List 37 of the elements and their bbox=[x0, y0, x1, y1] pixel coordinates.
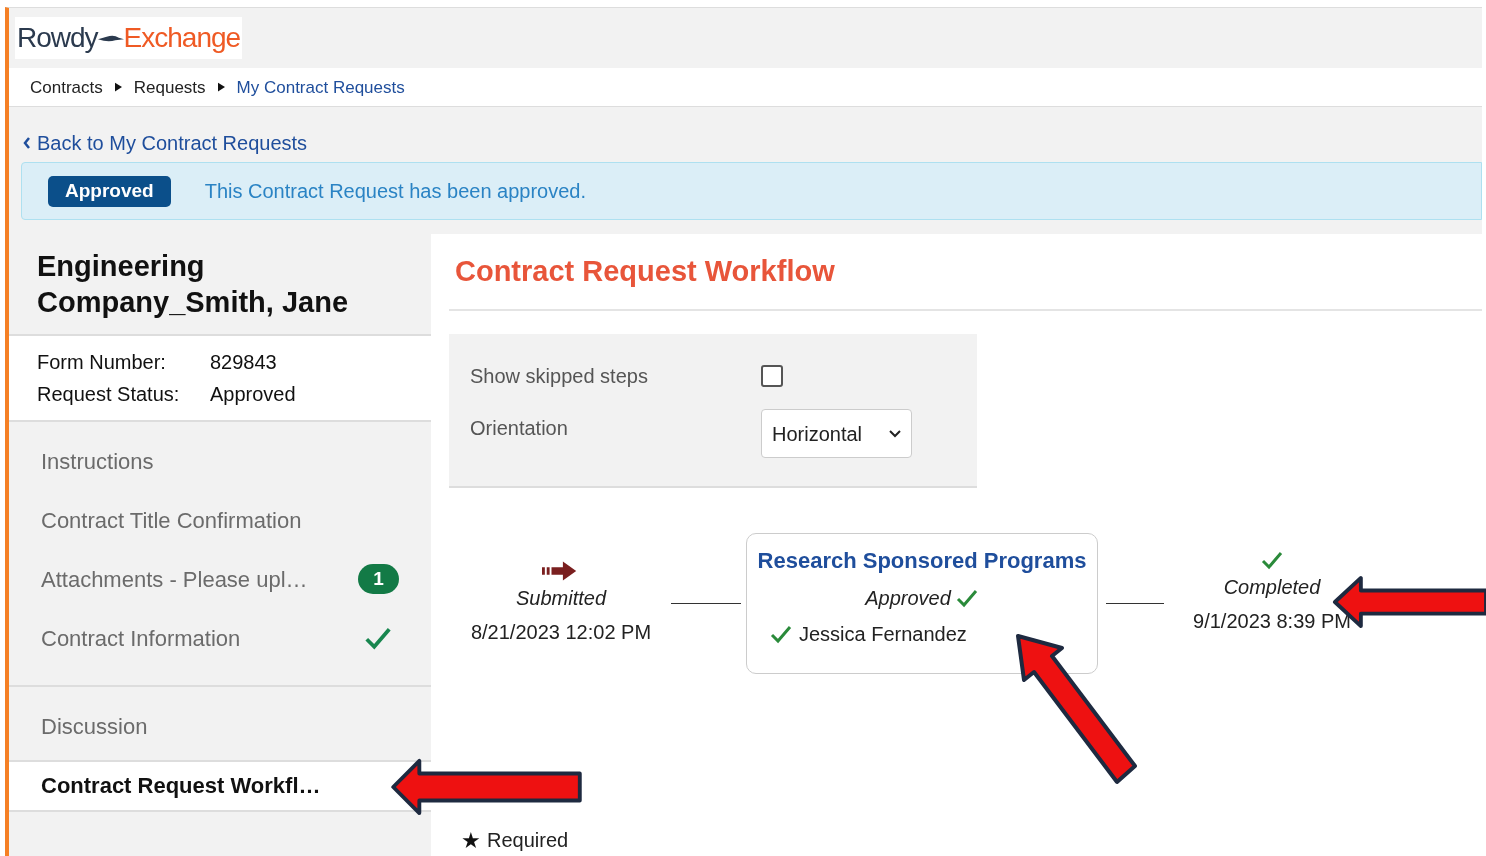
field-label: Request Status: bbox=[37, 382, 181, 407]
step-date: 8/21/2023 12:02 PM bbox=[470, 620, 652, 646]
breadcrumb-link[interactable]: Requests bbox=[133, 74, 206, 100]
step-date: 9/1/2023 8:39 PM bbox=[1193, 609, 1351, 635]
approver-name: Jessica Fernandez bbox=[799, 622, 967, 647]
panel-title: Contract Request Workflow bbox=[455, 253, 835, 289]
alert-message: This Contract Request has been approved. bbox=[204, 179, 587, 205]
step-status: Completed bbox=[1223, 575, 1321, 601]
nav-item[interactable]: Instructions bbox=[9, 432, 431, 491]
orientation-select[interactable]: Horizontal bbox=[761, 409, 912, 459]
chevron-left-icon bbox=[23, 137, 31, 150]
status-badge: Approved bbox=[48, 175, 171, 207]
breadcrumb-link[interactable]: Contracts bbox=[30, 74, 103, 100]
record-title: Engineering Company_Smith, Jane bbox=[37, 249, 350, 320]
field-value: 829843 bbox=[210, 350, 277, 375]
required-mark: ★ bbox=[461, 827, 481, 855]
step-title: Research Sponsored Programs bbox=[757, 547, 1087, 575]
nav-item[interactable]: Contract Title Confirmation bbox=[9, 491, 431, 550]
step-status: Approved bbox=[865, 586, 951, 611]
checkbox[interactable] bbox=[761, 365, 783, 387]
option-label: Show skipped steps bbox=[470, 364, 649, 389]
nav-item[interactable]: Contract Request Workfl… bbox=[9, 760, 431, 812]
field-value: Approved bbox=[210, 382, 296, 407]
option-label: Orientation bbox=[470, 416, 569, 441]
chevron-down-icon bbox=[889, 430, 901, 438]
field-label: Form Number: bbox=[37, 350, 167, 375]
nav-item[interactable]: Contract Information bbox=[9, 609, 431, 668]
caret-right-icon bbox=[217, 82, 225, 93]
logo[interactable]: Rowdy Exchange bbox=[15, 17, 243, 60]
breadcrumb-link[interactable]: My Contract Requests bbox=[236, 74, 405, 100]
caret-right-icon bbox=[114, 82, 122, 93]
required-note: Required bbox=[487, 828, 569, 854]
nav-item[interactable]: Discussion bbox=[9, 697, 431, 756]
back-link[interactable]: Back to My Contract Requests bbox=[37, 128, 308, 159]
step-status: Submitted bbox=[515, 586, 607, 612]
nav-item[interactable]: Attachments - Please upl… 1 bbox=[9, 550, 431, 609]
count-badge: 1 bbox=[358, 564, 399, 595]
